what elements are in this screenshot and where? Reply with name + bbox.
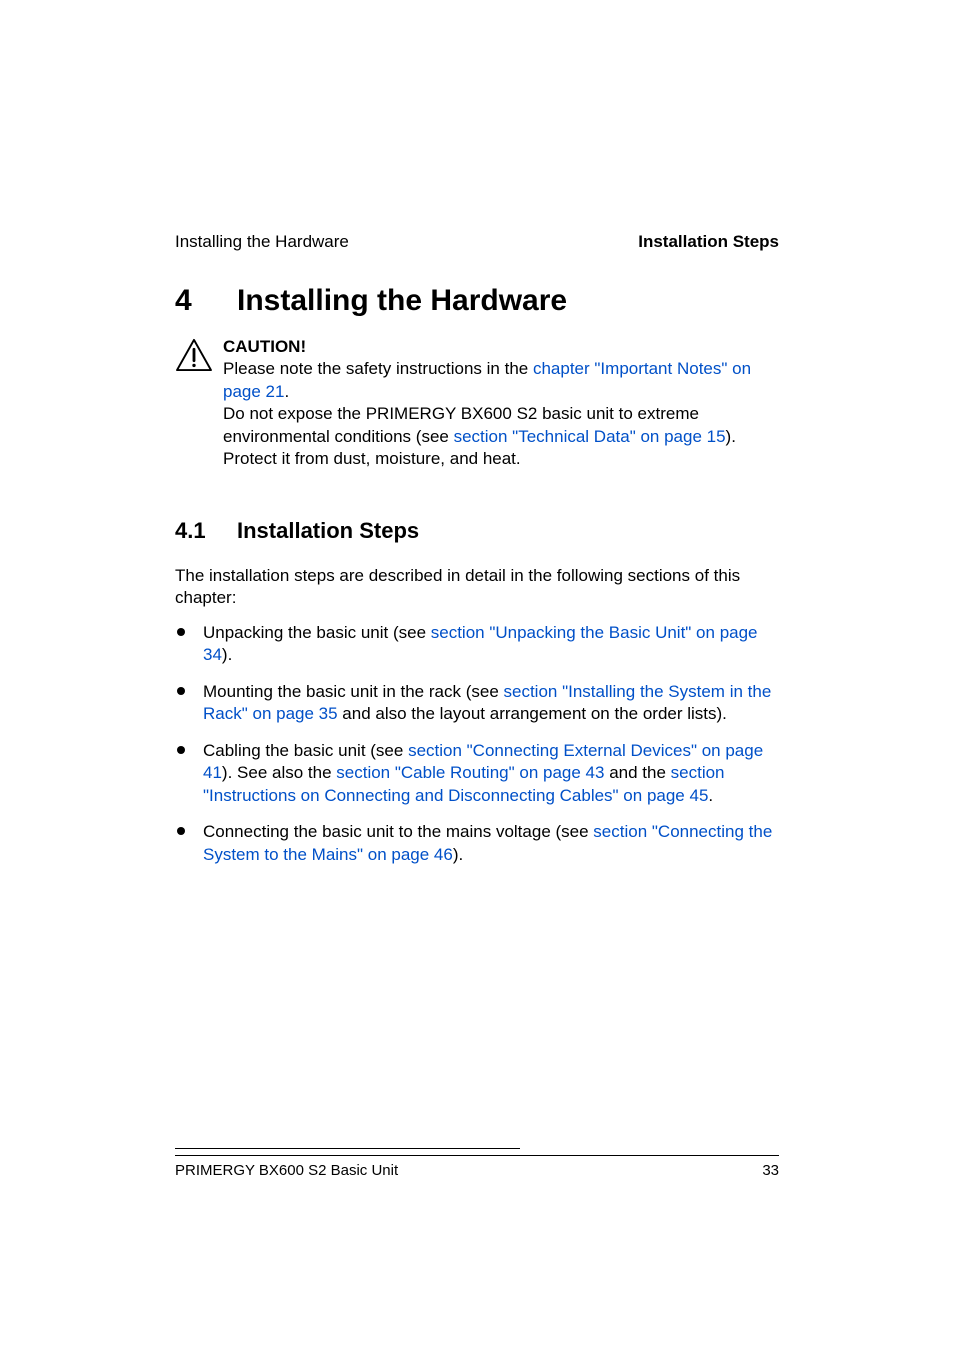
warning-triangle-icon — [175, 338, 213, 372]
caution-label: CAUTION! — [223, 336, 779, 358]
page-number: 33 — [762, 1162, 779, 1179]
chapter-number: 4 — [175, 284, 237, 318]
list-item: Cabling the basic unit (see section "Con… — [175, 740, 779, 807]
b2-pre: Mounting the basic unit in the rack (see — [203, 682, 504, 701]
caution-mid1: . — [284, 382, 289, 401]
b1-pre: Unpacking the basic unit (see — [203, 623, 431, 642]
b4-post: ). — [453, 845, 463, 864]
header-left: Installing the Hardware — [175, 232, 349, 252]
caution-pre: Please note the safety instructions in t… — [223, 359, 533, 378]
caution-block: CAUTION! Please note the safety instruct… — [175, 336, 779, 471]
list-item: Unpacking the basic unit (see section "U… — [175, 622, 779, 667]
list-item: Mounting the basic unit in the rack (see… — [175, 681, 779, 726]
caution-para-2: Do not expose the PRIMERGY BX600 S2 basi… — [223, 403, 779, 470]
chapter-heading: 4Installing the Hardware — [175, 284, 779, 318]
page: Installing the Hardware Installation Ste… — [0, 0, 954, 1351]
footer-left: PRIMERGY BX600 S2 Basic Unit — [175, 1162, 398, 1179]
running-header: Installing the Hardware Installation Ste… — [175, 232, 779, 252]
b1-post: ). — [222, 645, 232, 664]
section-number: 4.1 — [175, 518, 237, 544]
b3-mid2: and the — [604, 763, 670, 782]
b3-pre: Cabling the basic unit (see — [203, 741, 408, 760]
caution-text: CAUTION! Please note the safety instruct… — [223, 336, 779, 471]
b2-post: and also the layout arrangement on the o… — [338, 704, 727, 723]
caution-para-1: Please note the safety instructions in t… — [223, 358, 779, 403]
link-technical-data[interactable]: section "Technical Data" on page 15 — [454, 427, 726, 446]
footer-rule-short — [175, 1148, 520, 1149]
intro-paragraph: The installation steps are described in … — [175, 565, 779, 610]
link-cable-routing[interactable]: section "Cable Routing" on page 43 — [336, 763, 604, 782]
header-right: Installation Steps — [638, 232, 779, 252]
chapter-title: Installing the Hardware — [237, 284, 567, 317]
steps-list: Unpacking the basic unit (see section "U… — [175, 622, 779, 880]
b3-mid1: ). See also the — [222, 763, 336, 782]
section-title: Installation Steps — [237, 518, 419, 543]
b3-post: . — [708, 786, 713, 805]
b4-pre: Connecting the basic unit to the mains v… — [203, 822, 593, 841]
running-footer: PRIMERGY BX600 S2 Basic Unit 33 — [175, 1155, 779, 1179]
section-heading: 4.1Installation Steps — [175, 518, 779, 544]
list-item: Connecting the basic unit to the mains v… — [175, 821, 779, 866]
